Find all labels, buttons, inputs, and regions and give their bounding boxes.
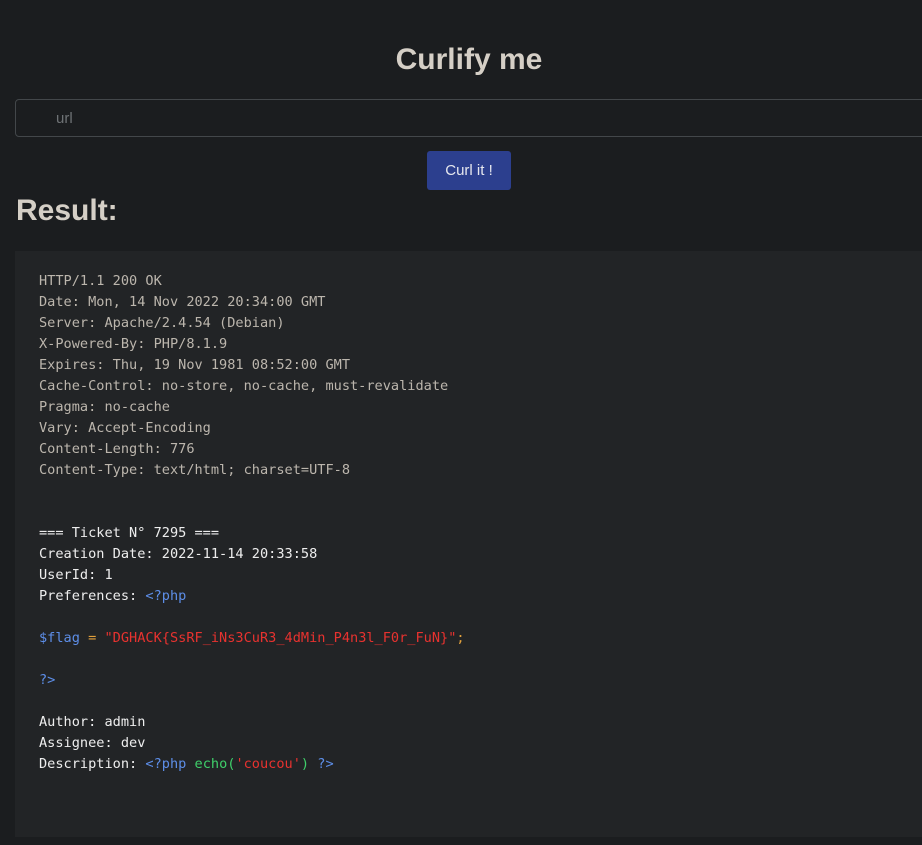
php-open-tag: <?php — [145, 588, 187, 604]
response-header-line: Content-Type: text/html; charset=UTF-8 — [39, 462, 350, 478]
desc-echo-close: ) — [300, 756, 310, 772]
page-title: Curlify me — [395, 43, 543, 76]
desc-php-close-tag: ?> — [317, 756, 334, 772]
response-header-line: Server: Apache/2.4.54 (Debian) — [39, 315, 285, 331]
flag-operator: = — [79, 630, 105, 646]
author: Author: admin — [39, 714, 146, 730]
assignee: Assignee: dev — [39, 735, 146, 751]
flag-value: "DGHACK{SsRF_iNs3CuR3_4dMin_P4n3l_F0r_Fu… — [104, 630, 457, 646]
response-header-line: Date: Mon, 14 Nov 2022 20:34:00 GMT — [39, 294, 326, 310]
desc-string: 'coucou' — [235, 756, 301, 772]
response-header-line: Pragma: no-cache — [39, 399, 170, 415]
response-header-line: Content-Length: 776 — [39, 441, 195, 457]
creation-date: Creation Date: 2022-11-14 20:33:58 — [39, 546, 318, 562]
flag-semicolon: ; — [456, 630, 465, 646]
response-header-line: Expires: Thu, 19 Nov 1981 08:52:00 GMT — [39, 357, 350, 373]
php-close-tag: ?> — [39, 672, 56, 688]
result-panel: HTTP/1.1 200 OK Date: Mon, 14 Nov 2022 2… — [15, 251, 922, 837]
response-header-line: X-Powered-By: PHP/8.1.9 — [39, 336, 228, 352]
ticket-header: === Ticket N° 7295 === — [39, 525, 220, 541]
url-input[interactable] — [15, 99, 922, 137]
preferences-label: Preferences: — [39, 588, 146, 604]
flag-variable: $flag — [39, 630, 80, 646]
response-header-line: HTTP/1.1 200 OK — [39, 273, 162, 289]
curl-button[interactable]: Curl it ! — [427, 151, 511, 190]
response-headers: HTTP/1.1 200 OK Date: Mon, 14 Nov 2022 2… — [39, 273, 448, 478]
response-header-line: Cache-Control: no-store, no-cache, must-… — [39, 378, 449, 394]
response-header-line: Vary: Accept-Encoding — [39, 420, 211, 436]
user-id: UserId: 1 — [39, 567, 113, 583]
desc-php-open-tag: <?php — [145, 756, 187, 772]
description-label: Description: — [39, 756, 146, 772]
desc-echo-call: echo( — [194, 756, 236, 772]
result-heading: Result: — [16, 194, 118, 227]
result-content: HTTP/1.1 200 OK Date: Mon, 14 Nov 2022 2… — [39, 271, 922, 775]
